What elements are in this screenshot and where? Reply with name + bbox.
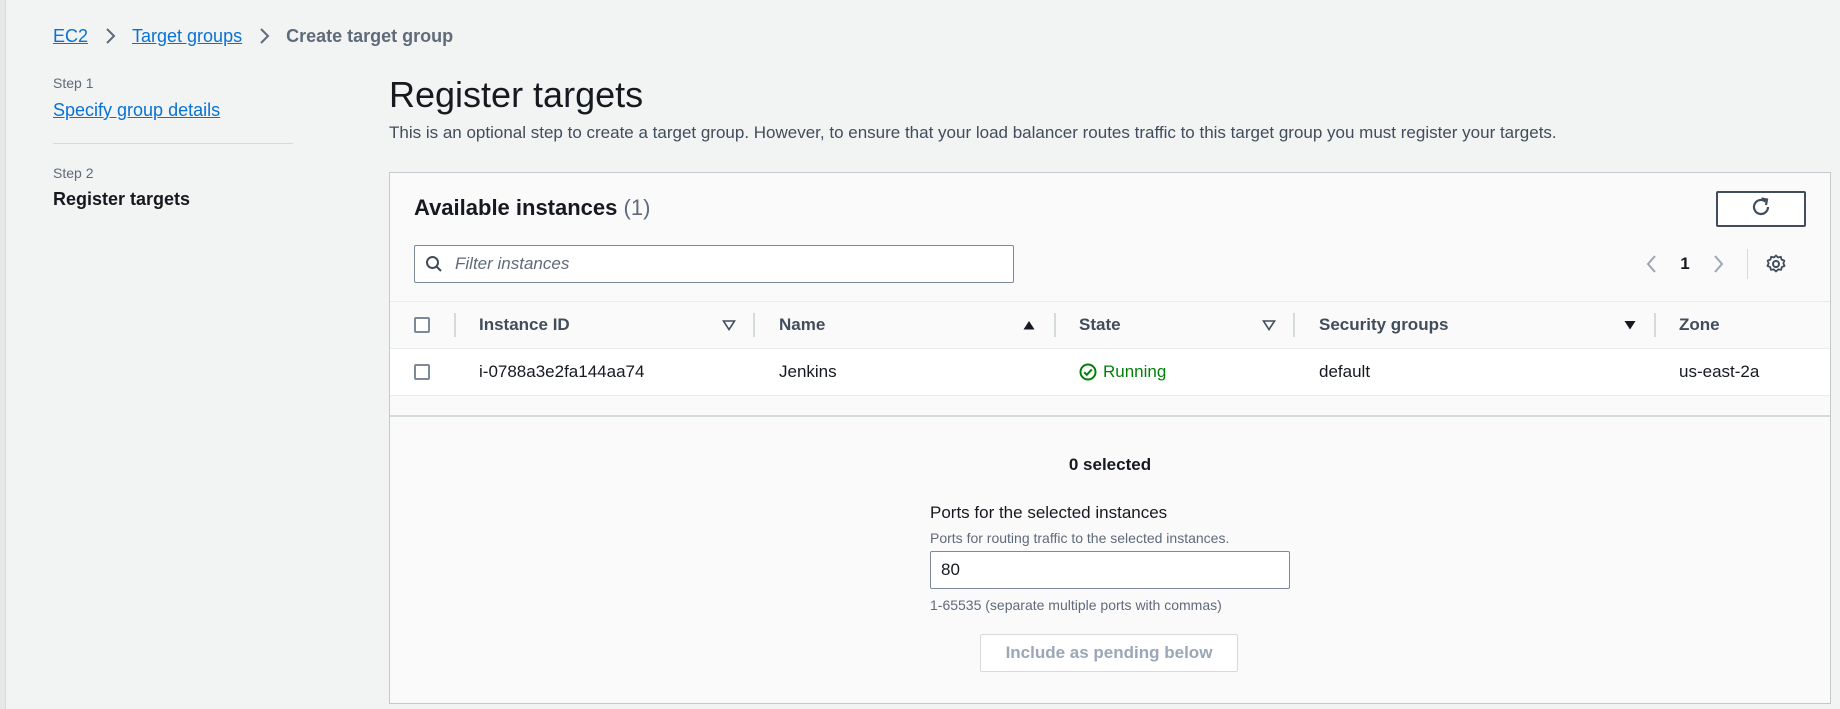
breadcrumb-current: Create target group bbox=[286, 25, 454, 46]
page-description: This is an optional step to create a tar… bbox=[389, 123, 1557, 142]
cell-state: Running bbox=[1079, 349, 1166, 395]
sort-down-icon[interactable] bbox=[1260, 316, 1278, 334]
state-text: Running bbox=[1103, 362, 1167, 381]
refresh-icon bbox=[1750, 196, 1772, 223]
ports-hint: 1-65535 (separate multiple ports with co… bbox=[930, 597, 1222, 613]
instances-table-container: Available instances (1) 1 bbox=[390, 173, 1830, 417]
column-divider bbox=[1293, 313, 1295, 337]
sort-down-icon[interactable] bbox=[720, 316, 738, 334]
next-page-button[interactable] bbox=[1703, 249, 1735, 279]
select-all-checkbox[interactable] bbox=[414, 317, 430, 333]
table-settings-button[interactable] bbox=[1760, 249, 1792, 279]
chevron-right-icon bbox=[252, 24, 276, 48]
cell-zone: us-east-2a bbox=[1679, 362, 1760, 381]
ports-description: Ports for routing traffic to the selecte… bbox=[930, 530, 1230, 546]
select-all-cell bbox=[414, 302, 430, 348]
pagination: 1 bbox=[1635, 249, 1792, 279]
page-title: Register targets bbox=[389, 74, 644, 115]
selected-count: 0 selected bbox=[1068, 455, 1152, 474]
column-header-state[interactable]: State bbox=[1079, 302, 1121, 348]
column-divider bbox=[454, 313, 456, 337]
settings-gear-icon bbox=[1766, 254, 1786, 273]
cell-instance-id: i-0788a3e2fa144aa74 bbox=[479, 362, 645, 381]
available-instances-panel: Available instances (1) 1 bbox=[389, 172, 1831, 704]
column-header-security-groups[interactable]: Security groups bbox=[1319, 302, 1448, 348]
refresh-button[interactable] bbox=[1716, 191, 1806, 227]
column-header-zone[interactable]: Zone bbox=[1679, 302, 1720, 348]
left-edge-bar bbox=[0, 0, 6, 709]
sort-down-icon[interactable] bbox=[1621, 316, 1639, 334]
step2-label: Step 2 bbox=[53, 165, 94, 181]
ports-input[interactable] bbox=[930, 551, 1290, 589]
breadcrumb: EC2 Target groups Create target group bbox=[53, 24, 453, 48]
row-select-cell bbox=[414, 349, 430, 395]
column-divider bbox=[753, 313, 755, 337]
chevron-right-icon bbox=[1714, 255, 1724, 273]
table-header: Instance ID Name State Security groups Z… bbox=[390, 301, 1830, 349]
page-number[interactable]: 1 bbox=[1667, 254, 1703, 274]
search-icon bbox=[415, 255, 453, 273]
check-circle-icon bbox=[1079, 363, 1097, 381]
cell-security-groups: default bbox=[1319, 362, 1371, 381]
filter-instances-field bbox=[414, 245, 1014, 283]
step1-link[interactable]: Specify group details bbox=[53, 100, 220, 121]
row-checkbox[interactable] bbox=[414, 364, 430, 380]
previous-page-button[interactable] bbox=[1635, 249, 1667, 279]
pager-divider bbox=[1747, 249, 1748, 279]
chevron-right-icon bbox=[98, 24, 122, 48]
step2-current: Register targets bbox=[53, 189, 191, 209]
step1-label: Step 1 bbox=[53, 75, 94, 91]
include-as-pending-button[interactable]: Include as pending below bbox=[980, 634, 1238, 672]
cell-name: Jenkins bbox=[779, 362, 837, 381]
breadcrumb-target-groups[interactable]: Target groups bbox=[132, 26, 242, 47]
column-header-instance-id[interactable]: Instance ID bbox=[479, 302, 570, 348]
instance-count: (1) bbox=[623, 195, 651, 220]
sort-up-icon[interactable] bbox=[1020, 316, 1038, 334]
step-divider bbox=[53, 143, 293, 144]
filter-instances-input[interactable] bbox=[453, 253, 1013, 275]
column-divider bbox=[1054, 313, 1056, 337]
table-row[interactable]: i-0788a3e2fa144aa74 Jenkins Running defa… bbox=[390, 349, 1830, 396]
breadcrumb-ec2[interactable]: EC2 bbox=[53, 26, 88, 47]
chevron-left-icon bbox=[1646, 255, 1656, 273]
panel-header: Available instances (1) bbox=[414, 195, 650, 221]
column-header-name[interactable]: Name bbox=[779, 302, 825, 348]
ports-label: Ports for the selected instances bbox=[930, 503, 1168, 522]
panel-title: Available instances bbox=[414, 195, 618, 220]
column-divider bbox=[1654, 313, 1656, 337]
